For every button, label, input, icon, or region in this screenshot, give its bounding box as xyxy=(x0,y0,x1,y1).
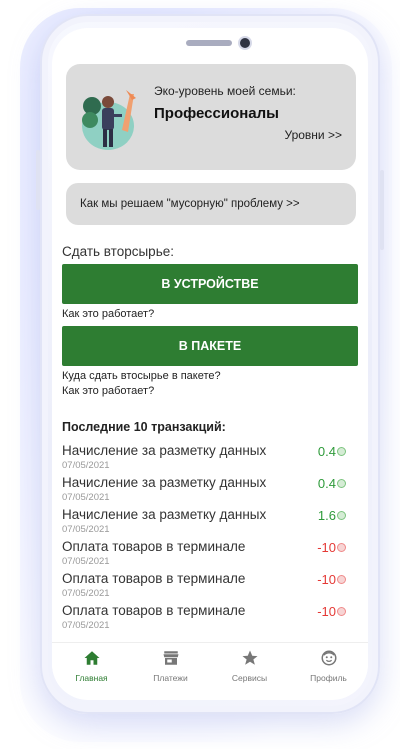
nav-label-profile: Профиль xyxy=(310,673,347,683)
nav-label-payments: Платежи xyxy=(153,673,188,683)
app-screen: Эко-уровень моей семьи: Профессионалы Ур… xyxy=(52,28,368,700)
device-how-it-works-link[interactable]: Как это работает? xyxy=(62,308,154,320)
garbage-problem-link[interactable]: Как мы решаем "мусорную" проблему >> xyxy=(80,198,300,210)
transaction-date: 07/05/2021 xyxy=(62,492,110,503)
transactions-list: Начисление за разметку данных 07/05/2021… xyxy=(62,440,348,632)
transaction-amount: 1.6 xyxy=(318,508,346,523)
coin-icon xyxy=(337,511,346,520)
transaction-date: 07/05/2021 xyxy=(62,460,110,471)
transaction-row[interactable]: Начисление за разметку данных 07/05/2021… xyxy=(62,504,348,536)
transaction-name: Оплата товаров в терминале xyxy=(62,539,246,554)
transaction-amount: 0.4 xyxy=(318,476,346,491)
coin-icon xyxy=(337,607,346,616)
bottom-navigation: Главная Платежи Сервисы Профиль xyxy=(52,642,368,688)
profile-icon xyxy=(321,650,336,666)
star-icon xyxy=(242,650,257,665)
transaction-row[interactable]: Оплата товаров в терминале 07/05/2021 -1… xyxy=(62,600,348,632)
nav-item-profile[interactable]: Профиль xyxy=(289,643,368,688)
coin-icon xyxy=(337,479,346,488)
transaction-name: Начисление за разметку данных xyxy=(62,507,267,522)
transaction-date: 07/05/2021 xyxy=(62,620,110,631)
transaction-row[interactable]: Начисление за разметку данных 07/05/2021… xyxy=(62,472,348,504)
nav-label-services: Сервисы xyxy=(231,673,268,683)
levels-link[interactable]: Уровни >> xyxy=(285,128,343,142)
transaction-amount: -10 xyxy=(317,604,346,619)
transaction-name: Оплата товаров в терминале xyxy=(62,571,246,586)
recycle-in-package-button[interactable]: В ПАКЕТЕ xyxy=(62,326,358,366)
nav-label-home: Главная xyxy=(75,673,108,683)
package-where-link[interactable]: Куда сдать втосырье в пакете? xyxy=(62,370,221,382)
nav-item-payments[interactable]: Платежи xyxy=(131,643,210,688)
eco-level-card[interactable]: Эко-уровень моей семьи: Профессионалы Ур… xyxy=(66,64,356,170)
home-icon xyxy=(84,651,99,665)
transaction-date: 07/05/2021 xyxy=(62,588,110,599)
transaction-amount: 0.4 xyxy=(318,444,346,459)
transactions-title: Последние 10 транзакций: xyxy=(62,420,226,434)
nav-item-services[interactable]: Сервисы xyxy=(210,643,289,688)
package-how-it-works-link[interactable]: Как это работает? xyxy=(62,385,154,397)
transaction-name: Оплата товаров в терминале xyxy=(62,603,246,618)
phone-camera xyxy=(240,38,250,48)
transaction-amount: -10 xyxy=(317,572,346,587)
transaction-date: 07/05/2021 xyxy=(62,524,110,535)
transaction-amount: -10 xyxy=(317,540,346,555)
transaction-name: Начисление за разметку данных xyxy=(62,443,267,458)
store-icon xyxy=(163,651,178,665)
phone-side-button xyxy=(36,150,40,210)
eco-person-illustration xyxy=(82,90,136,150)
transaction-date: 07/05/2021 xyxy=(62,556,110,567)
nav-item-home[interactable]: Главная xyxy=(52,643,131,688)
phone-side-button xyxy=(380,170,384,250)
recycle-section-title: Сдать вторсырье: xyxy=(62,244,174,259)
eco-level-label: Эко-уровень моей семьи: xyxy=(154,84,296,98)
transaction-name: Начисление за разметку данных xyxy=(62,475,267,490)
transaction-row[interactable]: Оплата товаров в терминале 07/05/2021 -1… xyxy=(62,568,348,600)
recycle-in-device-button[interactable]: В УСТРОЙСТВЕ xyxy=(62,264,358,304)
eco-level-value: Профессионалы xyxy=(154,105,279,122)
phone-speaker xyxy=(186,40,232,46)
coin-icon xyxy=(337,575,346,584)
garbage-problem-card[interactable]: Как мы решаем "мусорную" проблему >> xyxy=(66,183,356,225)
transaction-row[interactable]: Начисление за разметку данных 07/05/2021… xyxy=(62,440,348,472)
coin-icon xyxy=(337,543,346,552)
coin-icon xyxy=(337,447,346,456)
transaction-row[interactable]: Оплата товаров в терминале 07/05/2021 -1… xyxy=(62,536,348,568)
